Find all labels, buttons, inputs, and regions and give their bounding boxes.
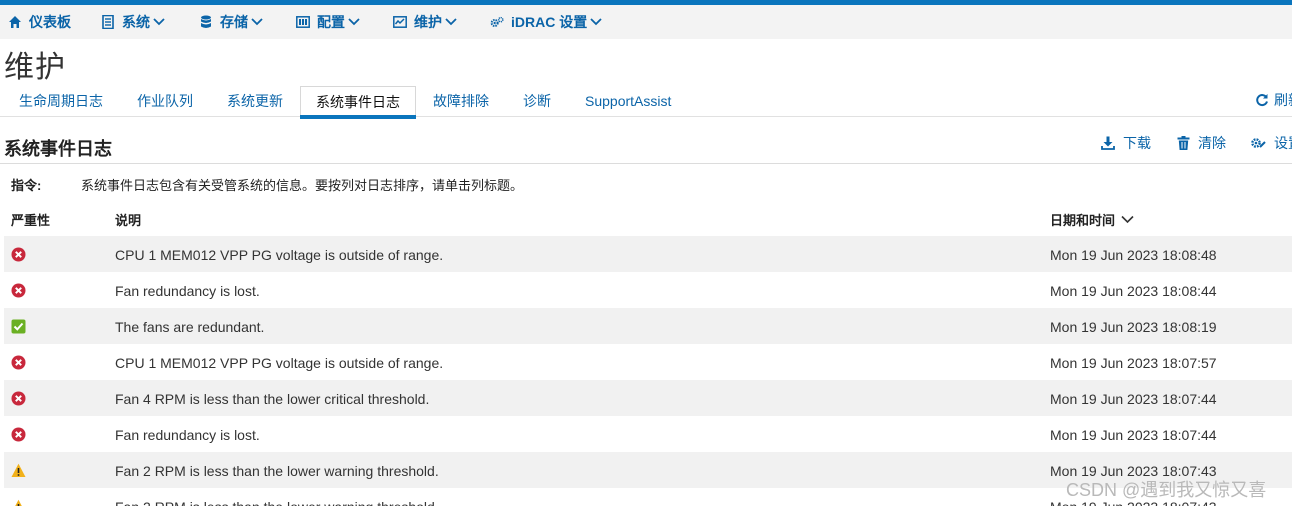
event-description: Fan 2 RPM is less than the lower warning…	[115, 463, 439, 479]
event-datetime: Mon 19 Jun 2023 18:07:44	[1050, 391, 1217, 407]
home-icon	[8, 15, 22, 29]
event-description: Fan 4 RPM is less than the lower critica…	[115, 391, 430, 407]
event-log-table: CPU 1 MEM012 VPP PG voltage is outside o…	[4, 236, 1292, 506]
chevron-down-icon	[251, 17, 263, 27]
table-row[interactable]: Fan redundancy is lost. Mon 19 Jun 2023 …	[4, 416, 1292, 452]
sort-descending-icon	[1121, 215, 1134, 224]
configuration-icon	[296, 15, 310, 29]
chevron-down-icon	[590, 17, 602, 27]
download-label: 下载	[1123, 135, 1151, 151]
nav-configuration-label: 配置	[317, 14, 345, 30]
event-datetime: Mon 19 Jun 2023 18:08:19	[1050, 319, 1217, 335]
critical-icon	[11, 247, 26, 262]
column-header-datetime-label: 日期和时间	[1050, 213, 1116, 228]
download-button[interactable]: 下载	[1101, 133, 1151, 153]
nav-maintenance[interactable]: 维护	[393, 5, 457, 39]
refresh-button[interactable]: 刷新	[1255, 90, 1292, 110]
event-description: Fan redundancy is lost.	[115, 283, 260, 299]
tab-system-update[interactable]: 系统更新	[227, 86, 283, 117]
nav-storage[interactable]: 存储	[199, 5, 263, 39]
event-datetime: Mon 19 Jun 2023 18:08:48	[1050, 247, 1217, 263]
column-header-datetime[interactable]: 日期和时间	[1050, 210, 1134, 229]
chevron-down-icon	[445, 17, 457, 27]
warning-icon	[11, 463, 26, 478]
page-title: 维护	[4, 51, 66, 84]
column-header-description[interactable]: 说明	[115, 210, 141, 229]
event-description: CPU 1 MEM012 VPP PG voltage is outside o…	[115, 247, 444, 263]
chevron-down-icon	[153, 17, 165, 27]
database-icon	[199, 15, 213, 29]
maintenance-tabs: 生命周期日志 作业队列 系统更新 系统事件日志 故障排除 诊断 SupportA…	[0, 86, 1292, 119]
critical-icon	[11, 283, 26, 298]
watermark-text: CSDN @遇到我又惊又喜	[1066, 480, 1267, 500]
clear-label: 清除	[1198, 135, 1226, 151]
gears-icon	[490, 15, 504, 29]
event-datetime: Mon 19 Jun 2023 18:07:44	[1050, 427, 1217, 443]
nav-dashboard[interactable]: 仪表板	[8, 5, 71, 39]
column-header-severity[interactable]: 严重性	[11, 210, 50, 229]
table-row[interactable]: The fans are redundant. Mon 19 Jun 2023 …	[4, 308, 1292, 344]
tab-lifecycle-log[interactable]: 生命周期日志	[19, 86, 103, 117]
settings-icon	[1250, 136, 1266, 150]
event-description: Fan 2 RPM is less than the lower warning…	[115, 488, 439, 506]
table-row[interactable]: Fan redundancy is lost. Mon 19 Jun 2023 …	[4, 272, 1292, 308]
tab-troubleshooting[interactable]: 故障排除	[433, 86, 489, 117]
event-datetime: Mon 19 Jun 2023 18:08:44	[1050, 283, 1217, 299]
tab-diagnostics[interactable]: 诊断	[523, 86, 551, 117]
refresh-label: 刷新	[1274, 92, 1292, 108]
event-description: The fans are redundant.	[115, 319, 265, 335]
nav-idrac-settings-label: iDRAC 设置	[511, 14, 588, 30]
tab-job-queue[interactable]: 作业队列	[137, 86, 193, 117]
section-title: 系统事件日志	[4, 139, 112, 159]
nav-configuration[interactable]: 配置	[296, 5, 360, 39]
table-row[interactable]: Fan 4 RPM is less than the lower critica…	[4, 380, 1292, 416]
nav-maintenance-label: 维护	[414, 14, 442, 30]
nav-system-label: 系统	[122, 14, 150, 30]
refresh-icon	[1255, 93, 1269, 107]
settings-label: 设置	[1274, 135, 1292, 151]
nav-system[interactable]: 系统	[101, 5, 165, 39]
maintenance-icon	[393, 15, 407, 29]
section-divider	[0, 163, 1292, 164]
settings-button[interactable]: 设置	[1250, 133, 1292, 153]
nav-idrac-settings[interactable]: iDRAC 设置	[490, 5, 602, 39]
nav-dashboard-label: 仪表板	[29, 14, 71, 30]
trash-icon	[1177, 136, 1190, 150]
ok-check-icon	[11, 319, 26, 334]
table-row[interactable]: CPU 1 MEM012 VPP PG voltage is outside o…	[4, 236, 1292, 272]
critical-icon	[11, 355, 26, 370]
critical-icon	[11, 391, 26, 406]
chevron-down-icon	[348, 17, 360, 27]
instruction-label: 指令:	[11, 178, 42, 193]
event-datetime: Mon 19 Jun 2023 18:07:57	[1050, 355, 1217, 371]
event-description: CPU 1 MEM012 VPP PG voltage is outside o…	[115, 355, 444, 371]
instruction-text: 系统事件日志包含有关受管系统的信息。要按列对日志排序，请单击列标题。	[81, 178, 524, 193]
nav-storage-label: 存储	[220, 14, 248, 30]
event-description: Fan redundancy is lost.	[115, 427, 260, 443]
tab-supportassist[interactable]: SupportAssist	[585, 86, 671, 117]
tab-system-event-log[interactable]: 系统事件日志	[300, 86, 416, 119]
critical-icon	[11, 427, 26, 442]
download-icon	[1101, 136, 1115, 150]
table-row[interactable]: CPU 1 MEM012 VPP PG voltage is outside o…	[4, 344, 1292, 380]
server-icon	[101, 15, 115, 29]
clear-button[interactable]: 清除	[1177, 133, 1226, 153]
warning-icon	[11, 499, 26, 506]
main-navigation-bar: 仪表板 系统 存储 配置 维护 iDRAC 设置	[0, 5, 1292, 39]
